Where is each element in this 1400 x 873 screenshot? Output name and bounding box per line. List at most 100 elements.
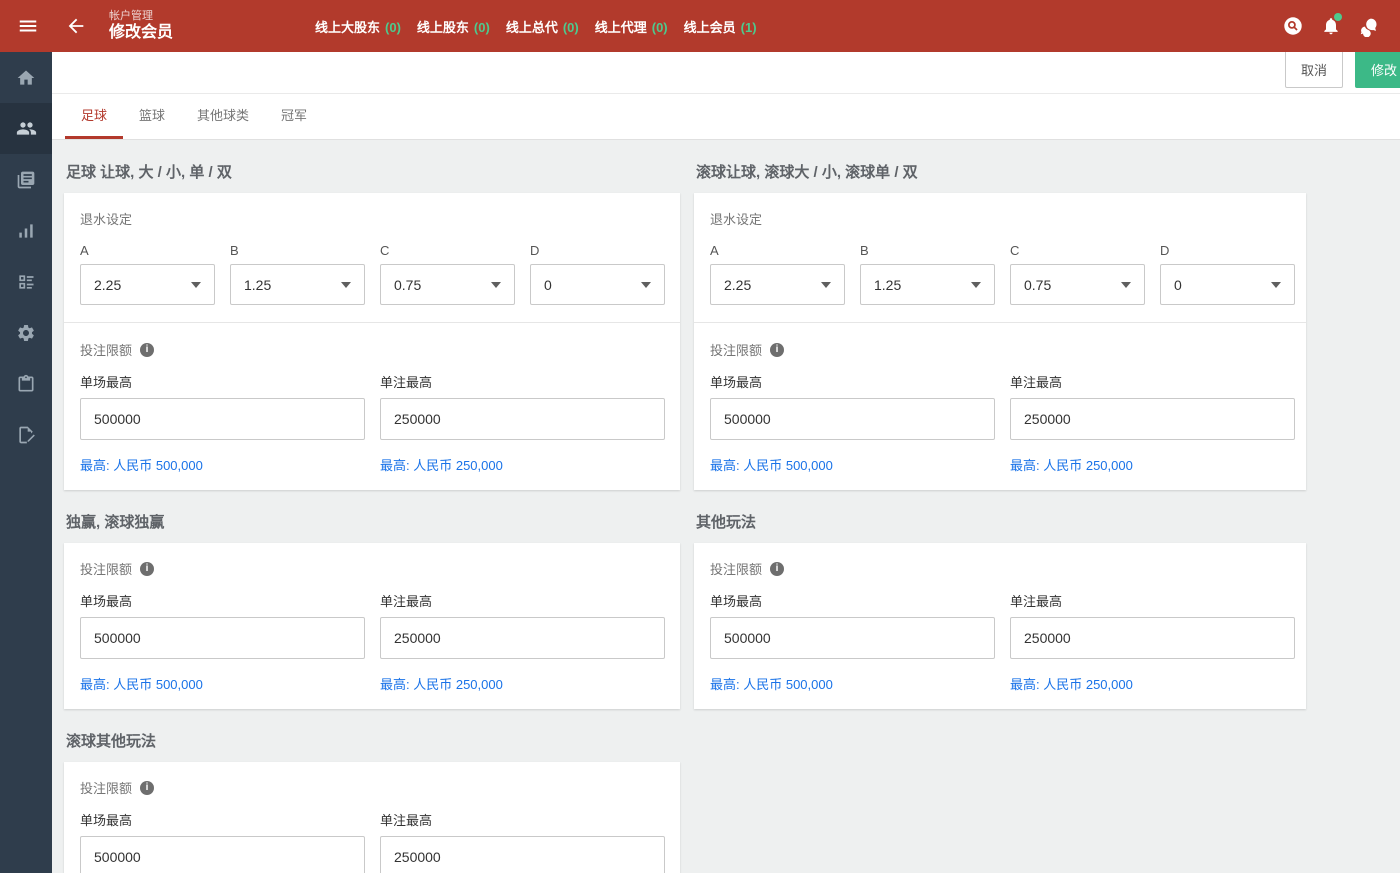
limit-field-label: 单注最高 <box>1010 591 1295 610</box>
max-per-match-input[interactable] <box>710 617 995 659</box>
section-card: 投注限额i单场最高最高: 人民币 500,000单注最高最高: 人民币 250,… <box>64 543 680 709</box>
max-per-match-input[interactable] <box>80 398 365 440</box>
settings-icon <box>16 323 36 343</box>
info-icon[interactable]: i <box>770 562 784 576</box>
rebate-option-d: D0 <box>1160 243 1295 305</box>
rebate-select-a[interactable]: 2.25 <box>710 264 845 305</box>
max-per-match-input[interactable] <box>80 836 365 873</box>
nav-link-0[interactable]: 线上大股东(0) <box>315 17 401 36</box>
nav-link-count: (1) <box>741 20 757 35</box>
rebate-option-name: D <box>1160 243 1295 258</box>
submit-button[interactable]: 修改 <box>1355 50 1400 88</box>
chat-icon[interactable] <box>1350 7 1388 45</box>
chevron-down-icon <box>1121 282 1131 288</box>
title-block: 帐户管理 修改会员 <box>109 9 173 43</box>
sidebar-item-settings[interactable] <box>0 307 52 358</box>
rebate-select-b[interactable]: 1.25 <box>230 264 365 305</box>
section-other-plays: 其他玩法投注限额i单场最高最高: 人民币 500,000单注最高最高: 人民币 … <box>694 503 1306 709</box>
rebate-select-c[interactable]: 0.75 <box>380 264 515 305</box>
bet-limits-label-row: 投注限额i <box>80 340 664 359</box>
back-arrow-icon[interactable] <box>63 15 89 37</box>
list-icon <box>16 272 36 292</box>
nav-link-2[interactable]: 线上总代(0) <box>506 17 579 36</box>
sport-tab-basketball[interactable]: 篮球 <box>123 94 181 139</box>
max-per-match-input[interactable] <box>80 617 365 659</box>
sport-tab-bar: 足球篮球其他球类冠军 <box>52 94 1400 140</box>
chevron-down-icon <box>641 282 651 288</box>
content-area: 足球 让球, 大 / 小, 单 / 双退水设定A2.25B1.25C0.75D0… <box>52 140 1400 873</box>
sidebar-item-users[interactable] <box>0 103 52 154</box>
sport-tab-champion[interactable]: 冠军 <box>265 94 323 139</box>
info-icon[interactable]: i <box>140 562 154 576</box>
nav-link-count: (0) <box>385 20 401 35</box>
select-value: 0 <box>1174 277 1182 293</box>
chevron-down-icon <box>191 282 201 288</box>
bet-limits-block: 投注限额i单场最高最高: 人民币 500,000单注最高最高: 人民币 250,… <box>80 340 664 474</box>
sidebar-item-clipboard[interactable] <box>0 358 52 409</box>
select-value: 0 <box>544 277 552 293</box>
sidebar-item-home[interactable] <box>0 52 52 103</box>
limit-hint: 最高: 人民币 500,000 <box>710 455 995 474</box>
sidebar-item-notes[interactable] <box>0 409 52 460</box>
section-live-other-plays: 滚球其他玩法投注限额i单场最高最高: 人民币 500,000单注最高最高: 人民… <box>64 722 680 873</box>
section-card: 投注限额i单场最高最高: 人民币 500,000单注最高最高: 人民币 250,… <box>64 762 680 873</box>
max-per-bet-input[interactable] <box>380 836 665 873</box>
info-icon[interactable]: i <box>770 343 784 357</box>
rebate-select-c[interactable]: 0.75 <box>1010 264 1145 305</box>
notifications-icon[interactable] <box>1312 7 1350 45</box>
sidebar-item-documents[interactable] <box>0 154 52 205</box>
nav-link-3[interactable]: 线上代理(0) <box>595 17 668 36</box>
limit-field-max-per-bet: 单注最高最高: 人民币 250,000 <box>380 591 665 693</box>
bet-limits-block: 投注限额i单场最高最高: 人民币 500,000单注最高最高: 人民币 250,… <box>80 778 664 873</box>
section-live-handicap-ou-oe: 滚球让球, 滚球大 / 小, 滚球单 / 双退水设定A2.25B1.25C0.7… <box>694 153 1306 490</box>
section-card: 投注限额i单场最高最高: 人民币 500,000单注最高最高: 人民币 250,… <box>694 543 1306 709</box>
menu-icon[interactable] <box>15 15 41 37</box>
nav-link-label: 线上股东 <box>417 20 469 35</box>
limit-field-label: 单场最高 <box>710 591 995 610</box>
limit-field-label: 单场最高 <box>710 372 995 391</box>
nav-link-1[interactable]: 线上股东(0) <box>417 17 490 36</box>
bet-limits-block: 投注限额i单场最高最高: 人民币 500,000单注最高最高: 人民币 250,… <box>710 559 1290 693</box>
limit-fields-row: 单场最高最高: 人民币 500,000单注最高最高: 人民币 250,000 <box>710 372 1290 474</box>
rebate-select-a[interactable]: 2.25 <box>80 264 215 305</box>
top-bar: 帐户管理 修改会员 线上大股东(0)线上股东(0)线上总代(0)线上代理(0)线… <box>0 0 1400 52</box>
limit-field-label: 单注最高 <box>380 591 665 610</box>
rebate-settings-label: 退水设定 <box>80 209 664 228</box>
section-card: 退水设定A2.25B1.25C0.75D0投注限额i单场最高最高: 人民币 50… <box>694 193 1306 490</box>
cancel-button[interactable]: 取消 <box>1285 50 1343 88</box>
select-value: 0.75 <box>1024 277 1051 293</box>
notes-icon <box>16 425 36 445</box>
search-icon[interactable] <box>1274 7 1312 45</box>
sections-grid: 足球 让球, 大 / 小, 单 / 双退水设定A2.25B1.25C0.75D0… <box>64 153 1306 873</box>
rebate-option-name: B <box>230 243 365 258</box>
rebate-select-d[interactable]: 0 <box>530 264 665 305</box>
max-per-bet-input[interactable] <box>380 617 665 659</box>
rebate-selects-row: A2.25B1.25C0.75D0 <box>80 243 664 305</box>
rebate-selects-row: A2.25B1.25C0.75D0 <box>710 243 1290 305</box>
max-per-bet-input[interactable] <box>1010 617 1295 659</box>
section-card: 退水设定A2.25B1.25C0.75D0投注限额i单场最高最高: 人民币 50… <box>64 193 680 490</box>
nav-link-4[interactable]: 线上会员(1) <box>684 17 757 36</box>
rebate-select-d[interactable]: 0 <box>1160 264 1295 305</box>
bet-limits-label-row: 投注限额i <box>710 340 1290 359</box>
chevron-down-icon <box>491 282 501 288</box>
sport-tab-football[interactable]: 足球 <box>65 94 123 139</box>
sidebar-item-list[interactable] <box>0 256 52 307</box>
select-value: 1.25 <box>244 277 271 293</box>
sport-tab-other-sports[interactable]: 其他球类 <box>181 94 265 139</box>
sidebar-item-chart[interactable] <box>0 205 52 256</box>
info-icon[interactable]: i <box>140 343 154 357</box>
rebate-option-a: A2.25 <box>80 243 215 305</box>
limit-fields-row: 单场最高最高: 人民币 500,000单注最高最高: 人民币 250,000 <box>80 810 664 873</box>
max-per-bet-input[interactable] <box>1010 398 1295 440</box>
info-icon[interactable]: i <box>140 781 154 795</box>
max-per-match-input[interactable] <box>710 398 995 440</box>
section-moneyline-live-moneyline: 独赢, 滚球独赢投注限额i单场最高最高: 人民币 500,000单注最高最高: … <box>64 503 680 709</box>
rebate-option-name: A <box>710 243 845 258</box>
card-divider <box>64 322 680 323</box>
limit-hint: 最高: 人民币 500,000 <box>80 455 365 474</box>
rebate-settings-label: 退水设定 <box>710 209 1290 228</box>
chevron-down-icon <box>1271 282 1281 288</box>
rebate-select-b[interactable]: 1.25 <box>860 264 995 305</box>
max-per-bet-input[interactable] <box>380 398 665 440</box>
